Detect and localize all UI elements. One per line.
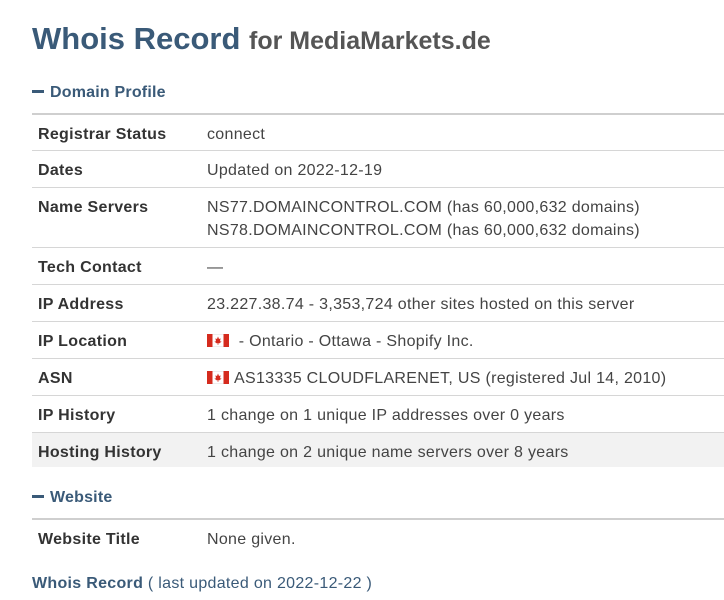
asn-value: AS13335 CLOUDFLARENET, US (registered Ju… xyxy=(234,369,667,387)
row-label: Website Title xyxy=(38,531,141,548)
row-label: Dates xyxy=(38,161,84,179)
ip-location-value: - Ontario - Ottawa - Shopify Inc. xyxy=(234,332,474,350)
row-value: 1 change on 2 unique name servers over 8… xyxy=(207,443,569,461)
name-server-1: NS77.DOMAINCONTROL.COM (has 60,000,632 d… xyxy=(207,198,640,216)
canada-flag-icon xyxy=(207,333,229,347)
domain-profile-table: Registrar Status connect Dates Updated o… xyxy=(32,113,724,467)
row-value: — xyxy=(207,258,224,276)
website-heading[interactable]: Website xyxy=(32,487,112,509)
page-title-domain: for MediaMarkets.de xyxy=(249,27,491,55)
row-label: IP History xyxy=(38,406,116,424)
page-title: Whois Record for MediaMarkets.de xyxy=(32,20,491,60)
website-heading-label: Website xyxy=(50,489,113,506)
row-label: Name Servers xyxy=(38,198,149,216)
table-row: Website Title None given. xyxy=(32,518,724,555)
table-row: IP Address 23.227.38.74 - 3,353,724 othe… xyxy=(32,283,724,321)
row-value: 1 change on 1 unique IP addresses over 0… xyxy=(207,406,565,424)
table-row: Name Servers NS77.DOMAINCONTROL.COM (has… xyxy=(32,186,724,247)
row-label: Tech Contact xyxy=(38,258,142,276)
table-row: Registrar Status connect xyxy=(32,113,724,150)
table-row: Dates Updated on 2022-12-19 xyxy=(32,149,724,187)
collapse-minus-icon xyxy=(32,89,44,93)
row-label: Registrar Status xyxy=(38,126,167,143)
whois-record-title: Whois Record xyxy=(32,575,144,592)
table-row: IP Location - Ontario - Ottawa - Shopify… xyxy=(32,320,724,358)
table-row: IP History 1 change on 1 unique IP addre… xyxy=(32,394,724,432)
row-label: ASN xyxy=(38,369,73,387)
row-value: None given. xyxy=(207,531,296,548)
row-label: IP Address xyxy=(38,295,124,313)
website-table: Website Title None given. xyxy=(32,518,724,555)
row-value: Updated on 2022-12-19 xyxy=(207,161,383,179)
whois-record-footer: Whois Record ( last updated on 2022-12-2… xyxy=(32,574,372,594)
row-value: 23.227.38.74 - 3,353,724 other sites hos… xyxy=(207,295,635,313)
row-label: IP Location xyxy=(38,332,128,350)
row-label: Hosting History xyxy=(38,443,162,461)
domain-profile-heading-label: Domain Profile xyxy=(50,84,166,101)
last-updated-text: ( last updated on 2022-12-22 ) xyxy=(147,575,373,592)
table-row: Tech Contact — xyxy=(32,246,724,284)
collapse-minus-icon xyxy=(32,494,44,498)
row-value: connect xyxy=(207,126,266,143)
canada-flag-icon xyxy=(207,370,229,384)
page-title-main: Whois Record xyxy=(32,21,241,56)
domain-profile-heading[interactable]: Domain Profile xyxy=(32,82,166,104)
table-row: Hosting History 1 change on 2 unique nam… xyxy=(32,431,724,467)
name-server-2: NS78.DOMAINCONTROL.COM (has 60,000,632 d… xyxy=(207,221,640,239)
table-row: ASN AS13335 CLOUDFLARENET, US (registere… xyxy=(32,357,724,395)
